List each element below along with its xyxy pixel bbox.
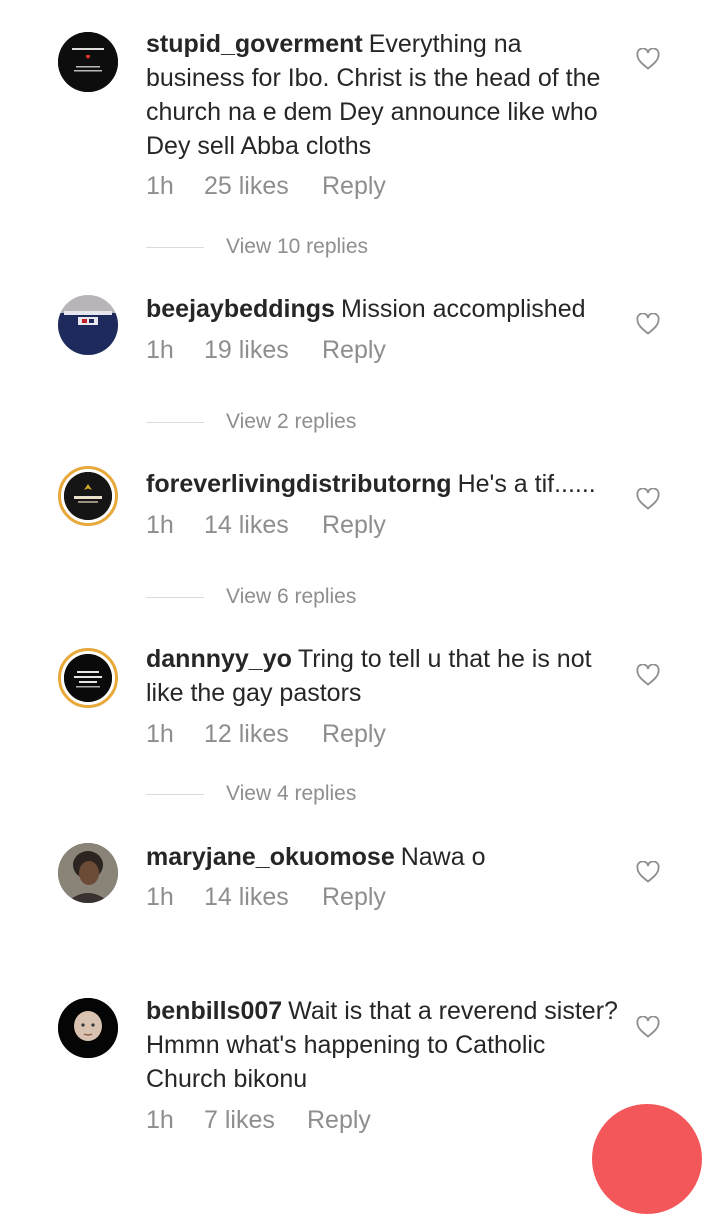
reply-button[interactable]: Reply — [322, 172, 386, 201]
black-text-avatar-icon — [64, 654, 112, 702]
view-replies-label: View 10 replies — [226, 235, 369, 258]
comment-meta: 1h 7 likes Reply — [146, 1106, 371, 1135]
bedding-avatar-icon — [58, 295, 118, 355]
comment-username[interactable]: dannnyy_yo — [146, 645, 292, 673]
comment-body: Mission accomplished — [340, 295, 586, 323]
comment-time: 1h — [146, 511, 174, 539]
like-heart-icon[interactable] — [636, 663, 660, 686]
woman-photo-avatar-icon — [58, 843, 118, 903]
comment-text: dannnyy_yo Tring to tell u that he is not… — [146, 642, 621, 710]
comment-time: 1h — [146, 336, 174, 364]
view-replies-button[interactable]: View 6 replies — [146, 585, 356, 609]
user-avatar[interactable] — [58, 648, 118, 708]
user-avatar[interactable] — [58, 466, 118, 526]
like-heart-icon[interactable] — [636, 1015, 660, 1038]
floating-action-button[interactable] — [592, 1104, 702, 1214]
view-replies-label: View 4 replies — [226, 782, 357, 805]
view-replies-button[interactable]: View 2 replies — [146, 410, 356, 434]
comment-time: 1h — [146, 883, 174, 911]
comment-meta: 1h 19 likes Reply — [146, 336, 386, 365]
comment-likes[interactable]: 14 likes — [204, 883, 322, 912]
comment-time: 1h — [146, 172, 174, 200]
divider-line — [146, 246, 204, 248]
comment-likes[interactable]: 25 likes — [204, 172, 322, 201]
user-avatar[interactable] — [58, 843, 118, 903]
comment-time: 1h — [146, 720, 174, 748]
comment-body: He's a tif...... — [457, 470, 596, 498]
comment-text: maryjane_okuomose Nawa o — [146, 840, 621, 874]
comment-meta: 1h 25 likes Reply — [146, 172, 386, 201]
view-replies-label: View 2 replies — [226, 410, 357, 433]
comment-username[interactable]: benbills007 — [146, 997, 282, 1025]
reply-button[interactable]: Reply — [307, 1106, 371, 1135]
comment-username[interactable]: stupid_goverment — [146, 30, 363, 58]
reply-button[interactable]: Reply — [322, 511, 386, 540]
comment-text: stupid_goverment Everything na business f… — [146, 27, 621, 163]
comment-text: benbills007 Wait is that a reverend siste… — [146, 994, 621, 1096]
divider-line — [146, 596, 204, 598]
black-square-text-avatar-icon — [58, 32, 118, 92]
user-avatar[interactable] — [58, 998, 118, 1058]
like-heart-icon[interactable] — [636, 47, 660, 70]
user-avatar[interactable] — [58, 295, 118, 355]
comment-username[interactable]: foreverlivingdistributorng — [146, 470, 452, 498]
comment-meta: 1h 14 likes Reply — [146, 883, 386, 912]
divider-line — [146, 421, 204, 423]
comment-meta: 1h 14 likes Reply — [146, 511, 386, 540]
comment-text: beejaybeddings Mission accomplished — [146, 292, 621, 326]
like-heart-icon[interactable] — [636, 860, 660, 883]
like-heart-icon[interactable] — [636, 487, 660, 510]
divider-line — [146, 793, 204, 795]
comment-username[interactable]: beejaybeddings — [146, 295, 335, 323]
forever-logo-avatar-icon — [64, 472, 112, 520]
comment-likes[interactable]: 7 likes — [204, 1106, 307, 1135]
comment-likes[interactable]: 14 likes — [204, 511, 322, 540]
comment-username[interactable]: maryjane_okuomose — [146, 843, 395, 871]
reply-button[interactable]: Reply — [322, 336, 386, 365]
view-replies-label: View 6 replies — [226, 585, 357, 608]
comment-body: Nawa o — [400, 843, 486, 871]
baby-photo-avatar-icon — [58, 998, 118, 1058]
view-replies-button[interactable]: View 4 replies — [146, 782, 356, 806]
comment-likes[interactable]: 12 likes — [204, 720, 322, 749]
view-replies-button[interactable]: View 10 replies — [146, 235, 368, 259]
comment-likes[interactable]: 19 likes — [204, 336, 322, 365]
comment-text: foreverlivingdistributorng He's a tif....… — [146, 467, 626, 501]
reply-button[interactable]: Reply — [322, 720, 386, 749]
comment-time: 1h — [146, 1106, 174, 1134]
user-avatar[interactable] — [58, 32, 118, 92]
like-heart-icon[interactable] — [636, 312, 660, 335]
reply-button[interactable]: Reply — [322, 883, 386, 912]
comment-meta: 1h 12 likes Reply — [146, 720, 386, 749]
